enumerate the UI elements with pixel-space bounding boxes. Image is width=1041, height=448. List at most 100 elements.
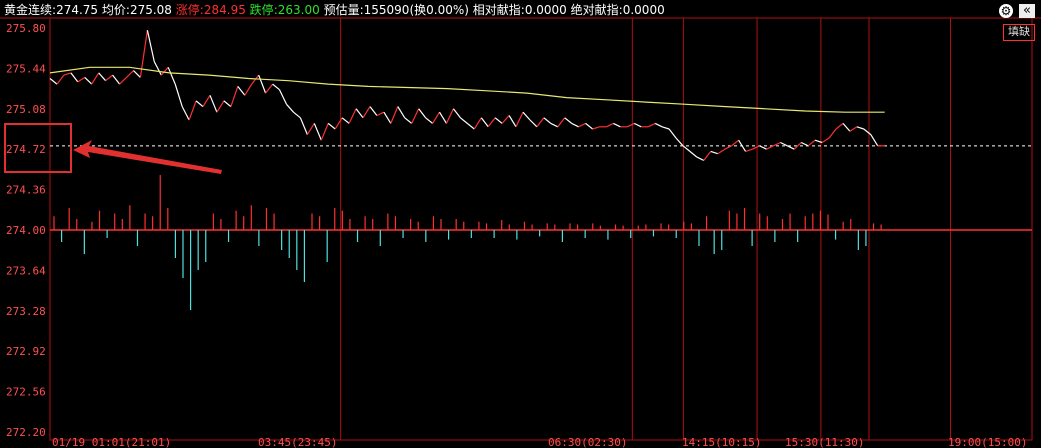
price-line-segment [258,74,267,94]
annotation-arrow [73,140,222,174]
price-line-segment [209,95,218,113]
y-tick-label: 275.80 [6,22,46,35]
price-line-segment [835,122,844,130]
price-line-segment [466,122,475,130]
price-line-segment [529,119,538,128]
price-line-segment [348,108,357,124]
price-line-segment [153,61,162,76]
price-line-segment [480,117,489,128]
limit-up-value: 284.95 [203,3,246,17]
settings-icon[interactable]: ⚙ [999,4,1013,18]
price-line-segment [460,117,468,124]
price-line-segment [98,72,107,82]
price-line-segment [119,76,127,85]
price-line-segment [738,139,747,152]
price-line-segment [842,123,851,132]
price-line-segment [376,111,385,117]
price-line-segment [452,108,461,119]
price-line-segment [327,122,336,130]
price-line-segment [550,122,559,128]
price-line-segment [174,83,183,107]
price-line-segment [411,108,420,124]
price-line-segment [341,117,350,124]
rel-index-value: 0.0000 [524,3,567,17]
price-line-segment [731,139,739,147]
fill-gap-button[interactable]: 填缺 [1003,24,1035,41]
x-axis-label: 06:30(02:30) [548,436,627,448]
price-line-segment [77,76,86,83]
price-line-segment [112,74,121,85]
turnover-value: (换0.00%) [409,3,469,17]
price-line-segment [473,117,482,130]
price-line-segment [230,86,239,107]
avg-price: 275.08 [129,3,172,17]
y-tick-label: 275.08 [6,103,46,116]
volume-value: 155090 [363,3,410,17]
price-line-segment [216,100,225,113]
price-line-segment [543,117,552,124]
price-line-segment [160,66,169,76]
price-line-segment [84,76,93,85]
price-line-segment [418,108,427,119]
price-line-segment [63,72,72,76]
price-line-segment [703,151,712,161]
price-line-segment [383,111,392,124]
intraday-chart[interactable]: 275.80 275.44 275.08 274.72 274.36 274.00 273.… [0,0,1041,448]
price-line-segment [766,145,774,150]
collapse-icon[interactable]: « [1019,4,1035,18]
price-line-segment [564,117,573,124]
price-line-segment [501,115,510,124]
price-line-segment [696,156,705,161]
price-line-segment [133,70,141,78]
x-axis-labels: 01/19 01:01(21:01) 03:45(23:45) 06:30(02:3… [52,436,1027,448]
price-line-segment [438,111,448,124]
price-line-segment [286,103,294,113]
price-line-segment [585,122,593,130]
limit-down-label: 跌停 [249,3,274,17]
price-line-segment [647,122,656,128]
price-line-segment [320,123,329,141]
price-line-segment [313,123,322,141]
price-line-segment [613,122,621,128]
price-line-segment [682,145,691,152]
price-line-segment [807,139,816,147]
price-line-segment [432,111,441,124]
price-line-segment [425,117,433,124]
y-axis-ticks: 275.80 275.44 275.08 274.72 274.36 274.00 273.… [6,22,46,439]
quote-header: 黄金连续:274.75 均价:275.08 涨停:284.95 跌停:263.0… [4,3,665,17]
price-line-segment [668,128,677,139]
price-line-segment [522,111,531,121]
plot-frame [49,17,1033,441]
price-line-segment [306,123,315,135]
price-line-segment [675,137,684,147]
price-line-segment [515,111,524,128]
price-line-segment [627,122,635,128]
price-line-segment [592,126,600,130]
y-tick-label: 273.64 [6,264,46,277]
rel-index-label: 相对献指 [472,3,521,17]
symbol-name: 黄金连续 [4,3,53,17]
price-line-segment [188,100,197,121]
y-tick-label: 274.36 [6,184,46,197]
volume-label: 预估量 [323,3,360,17]
price-line-segment [181,106,190,121]
price-line-segment [293,111,301,119]
y-tick-label: 274.00 [6,224,46,237]
price-line-segment [689,150,698,158]
price-line-segment [299,117,308,135]
y-tick-label: 275.44 [6,62,46,75]
price-line-segment [49,78,58,85]
price-line-segment [578,122,586,128]
y-tick-label: 273.28 [6,305,46,318]
limit-up-label: 涨停 [175,3,200,17]
price-line-segment [634,122,642,128]
chart-grid [0,17,1041,441]
x-axis-label: 03:45(23:45) [258,436,337,448]
abs-index-label: 绝对献指 [570,3,619,17]
y-tick-label: 272.92 [6,345,46,358]
x-axis-label: 19:00(15:00) [948,436,1027,448]
price-line-segment [167,67,176,85]
limit-down-value: 263.00 [277,3,320,17]
x-axis-label: 01/19 01:01(21:01) [52,436,171,448]
y-tick-label: 274.72 [6,143,46,156]
